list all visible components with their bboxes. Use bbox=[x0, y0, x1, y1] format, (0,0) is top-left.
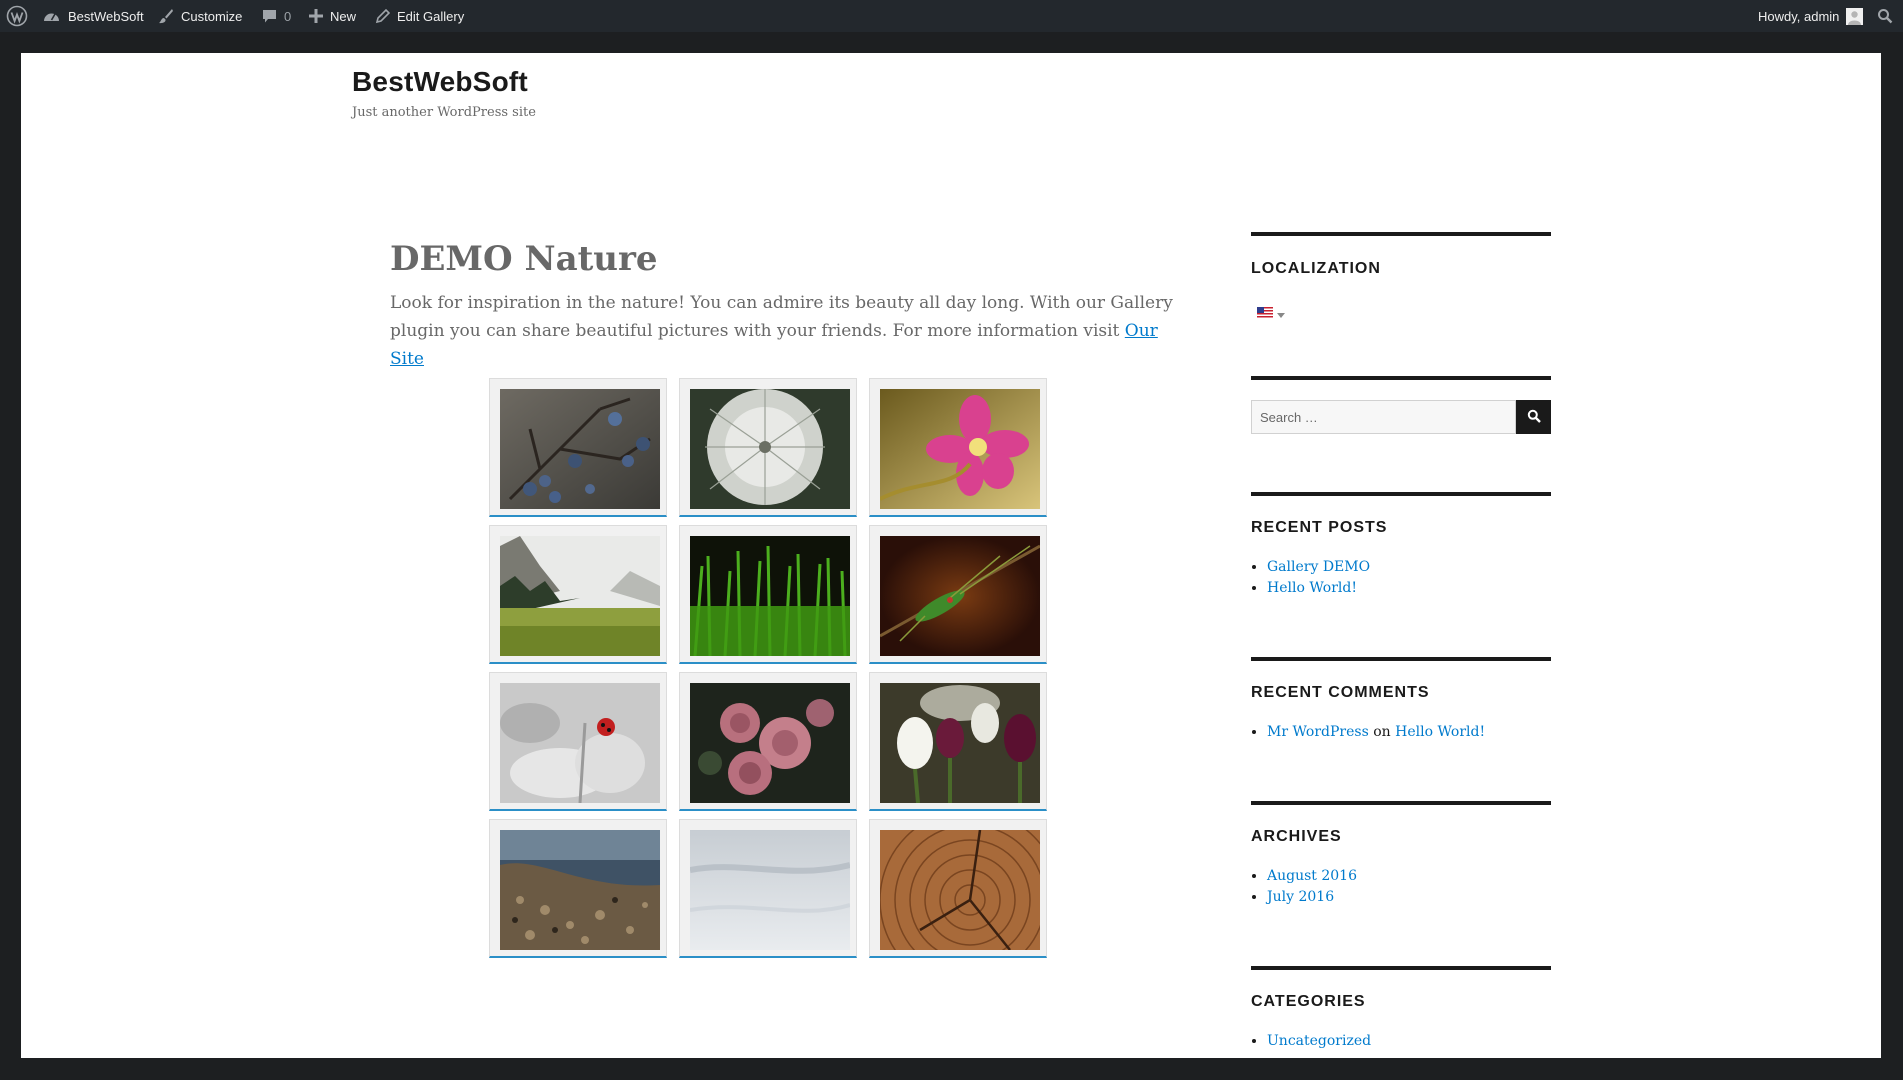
admin-bar-account[interactable]: Howdy, admin bbox=[1758, 0, 1864, 32]
plus-icon bbox=[309, 9, 323, 23]
admin-bar-search-icon[interactable] bbox=[1877, 0, 1893, 32]
page: BestWebSoft Just another WordPress site … bbox=[21, 53, 1881, 1058]
dashboard-icon bbox=[43, 9, 60, 23]
archives-list: August 2016 July 2016 bbox=[1251, 866, 1357, 908]
widget-divider bbox=[1251, 232, 1551, 236]
widget-divider bbox=[1251, 657, 1551, 661]
post-title: DEMO Nature bbox=[390, 239, 658, 279]
archive-link[interactable]: August 2016 bbox=[1267, 868, 1357, 884]
admin-bar-new-label: New bbox=[330, 8, 357, 24]
localization-title: LOCALIZATION bbox=[1251, 260, 1381, 277]
list-item: July 2016 bbox=[1267, 887, 1357, 908]
recent-comments-list: Mr WordPress on Hello World! bbox=[1251, 722, 1485, 743]
admin-bar-new[interactable]: New bbox=[309, 0, 356, 32]
paintbrush-icon bbox=[158, 8, 174, 24]
admin-bar-customize-label: Customize bbox=[181, 8, 243, 24]
gallery-thumb-pebbles[interactable] bbox=[489, 819, 667, 958]
comment-on-text: on bbox=[1373, 724, 1391, 740]
dandelion-image bbox=[690, 389, 850, 509]
admin-bar: BestWebSoft Customize 0 New Edit Gallery… bbox=[0, 0, 1903, 32]
grass-image bbox=[690, 536, 850, 656]
admin-bar-customize[interactable]: Customize bbox=[158, 0, 242, 32]
meadow-image bbox=[500, 536, 660, 656]
list-item: Hello World! bbox=[1267, 578, 1370, 599]
site-title[interactable]: BestWebSoft bbox=[352, 66, 528, 98]
tree-rings-image bbox=[880, 830, 1040, 950]
admin-bar-site[interactable]: BestWebSoft bbox=[43, 0, 144, 32]
recent-post-link[interactable]: Hello World! bbox=[1267, 580, 1357, 596]
widget-divider bbox=[1251, 376, 1551, 380]
pink-flower-image bbox=[880, 389, 1040, 509]
howdy-label: Howdy, admin bbox=[1758, 8, 1840, 24]
search-icon bbox=[1527, 409, 1541, 426]
admin-bar-site-name: BestWebSoft bbox=[68, 8, 144, 24]
archive-link[interactable]: July 2016 bbox=[1267, 889, 1334, 905]
admin-bar-comments[interactable]: 0 bbox=[262, 0, 291, 32]
admin-bar-edit-label: Edit Gallery bbox=[397, 8, 465, 24]
search-form bbox=[1251, 400, 1551, 434]
gallery-thumb-dandelion[interactable] bbox=[679, 378, 857, 517]
admin-bar-edit[interactable]: Edit Gallery bbox=[375, 0, 464, 32]
comment-icon bbox=[262, 9, 277, 24]
admin-bar-comment-count: 0 bbox=[284, 8, 292, 24]
comment-author-link[interactable]: Mr WordPress bbox=[1267, 724, 1369, 740]
pebbles-image bbox=[500, 830, 660, 950]
gallery-thumb-blueberries[interactable] bbox=[489, 378, 667, 517]
wordpress-logo-icon[interactable] bbox=[6, 0, 28, 32]
tulips-image bbox=[880, 683, 1040, 803]
gallery-thumb-ladybug[interactable] bbox=[489, 672, 667, 811]
recent-posts-title: RECENT POSTS bbox=[1251, 519, 1388, 536]
list-item: Gallery DEMO bbox=[1267, 557, 1370, 578]
chevron-down-icon bbox=[1277, 303, 1285, 322]
gallery-thumb-tulips[interactable] bbox=[869, 672, 1047, 811]
pencil-icon bbox=[375, 8, 390, 24]
grasshopper-image bbox=[880, 536, 1040, 656]
recent-post-link[interactable]: Gallery DEMO bbox=[1267, 559, 1370, 575]
comment-post-link[interactable]: Hello World! bbox=[1395, 724, 1485, 740]
gallery-thumb-tree-rings[interactable] bbox=[869, 819, 1047, 958]
list-item: Uncategorized bbox=[1267, 1031, 1371, 1052]
search-button[interactable] bbox=[1516, 400, 1551, 434]
categories-list: Uncategorized bbox=[1251, 1031, 1371, 1052]
list-item: Mr WordPress on Hello World! bbox=[1267, 722, 1485, 743]
roses-image bbox=[690, 683, 850, 803]
list-item: August 2016 bbox=[1267, 866, 1357, 887]
snow-image bbox=[690, 830, 850, 950]
search-input[interactable] bbox=[1251, 400, 1516, 434]
avatar bbox=[1846, 7, 1864, 25]
us-flag-icon bbox=[1257, 303, 1273, 322]
gallery-thumb-grass[interactable] bbox=[679, 525, 857, 664]
gallery-thumb-pink-flower[interactable] bbox=[869, 378, 1047, 517]
post-text: Look for inspiration in the nature! You … bbox=[390, 293, 1173, 341]
recent-comments-title: RECENT COMMENTS bbox=[1251, 684, 1430, 701]
widget-divider bbox=[1251, 492, 1551, 496]
category-link[interactable]: Uncategorized bbox=[1267, 1033, 1371, 1049]
categories-title: CATEGORIES bbox=[1251, 993, 1366, 1010]
widget-divider bbox=[1251, 966, 1551, 970]
post-content: Look for inspiration in the nature! You … bbox=[390, 289, 1180, 373]
archives-title: ARCHIVES bbox=[1251, 828, 1342, 845]
blueberries-image bbox=[500, 389, 660, 509]
recent-posts-list: Gallery DEMO Hello World! bbox=[1251, 557, 1370, 599]
gallery-thumb-roses[interactable] bbox=[679, 672, 857, 811]
language-switcher[interactable] bbox=[1257, 303, 1285, 322]
gallery-thumb-grasshopper[interactable] bbox=[869, 525, 1047, 664]
widget-divider bbox=[1251, 801, 1551, 805]
site-description: Just another WordPress site bbox=[352, 105, 536, 120]
gallery-thumb-snow[interactable] bbox=[679, 819, 857, 958]
ladybug-image bbox=[500, 683, 660, 803]
gallery-thumb-meadow[interactable] bbox=[489, 525, 667, 664]
